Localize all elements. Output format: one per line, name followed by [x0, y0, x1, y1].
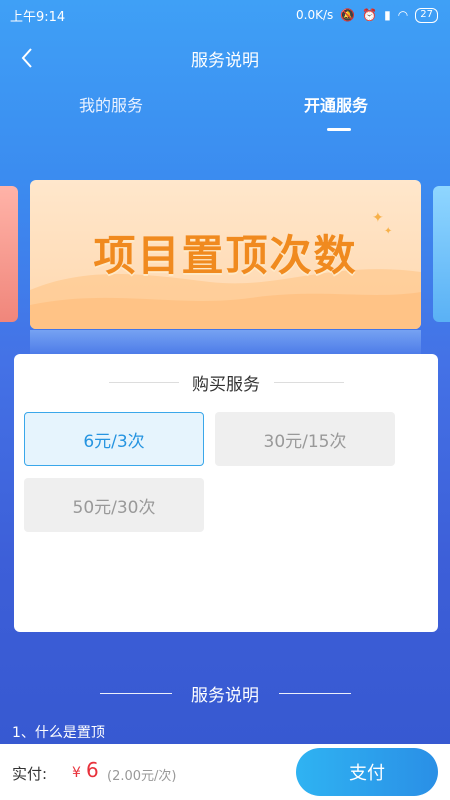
pay-button[interactable]: 支付: [296, 748, 438, 796]
status-time: 上午9:14: [10, 9, 66, 25]
option-30-yuan[interactable]: 30元/15次: [215, 412, 395, 466]
currency-symbol: ¥: [72, 765, 81, 781]
divider-line: [274, 382, 344, 383]
signal-icon: ▮: [384, 8, 391, 22]
paid-label: 实付:: [12, 765, 48, 783]
purchase-heading-text: 购买服务: [192, 375, 260, 395]
description-heading-text: 服务说明: [191, 686, 259, 706]
divider-line: [109, 382, 179, 383]
carousel-prev-card[interactable]: [0, 186, 18, 322]
mute-icon: 🔕: [340, 8, 356, 22]
service-banner: ✦ ✦ 项目置顶次数: [30, 180, 421, 329]
option-6-yuan[interactable]: 6元/3次: [24, 412, 204, 466]
tab-my-services[interactable]: 我的服务: [79, 92, 143, 116]
battery-icon: 27: [415, 7, 438, 23]
checkout-bar: 实付: ¥ 6 (2.00元/次) 支付: [0, 744, 450, 800]
page-title: 服务说明: [191, 50, 259, 71]
divider-line: [100, 693, 172, 694]
purchase-heading: 购买服务: [14, 370, 438, 395]
option-50-yuan[interactable]: 50元/30次: [24, 478, 204, 532]
chevron-left-icon: [21, 48, 32, 68]
tab-indicator: [327, 128, 351, 131]
price-amount: 6: [86, 758, 99, 782]
price: ¥ 6: [72, 758, 99, 782]
back-button[interactable]: [14, 44, 42, 72]
status-bar: 上午9:14 0.0K/s 🔕 ⏰ ▮ ◠ 27: [0, 0, 450, 30]
wifi-icon: ◠: [397, 8, 409, 22]
tab-bar: 我的服务 开通服务: [0, 92, 450, 136]
network-speed: 0.0K/s: [296, 8, 334, 22]
faq-item: 1、什么是置顶: [12, 725, 105, 741]
alarm-icon: ⏰: [362, 8, 378, 22]
top-bar: 服务说明: [0, 38, 450, 78]
status-icons: 0.0K/s 🔕 ⏰ ▮ ◠ 27: [296, 7, 438, 23]
carousel-next-card[interactable]: [433, 186, 450, 322]
tab-open-services[interactable]: 开通服务: [304, 92, 368, 116]
divider-line: [279, 693, 351, 694]
banner-title: 项目置顶次数: [93, 231, 358, 280]
description-heading: 服务说明: [0, 681, 450, 707]
unit-price: (2.00元/次): [107, 769, 177, 784]
purchase-panel: 购买服务 6元/3次 30元/15次 50元/30次: [14, 354, 438, 632]
